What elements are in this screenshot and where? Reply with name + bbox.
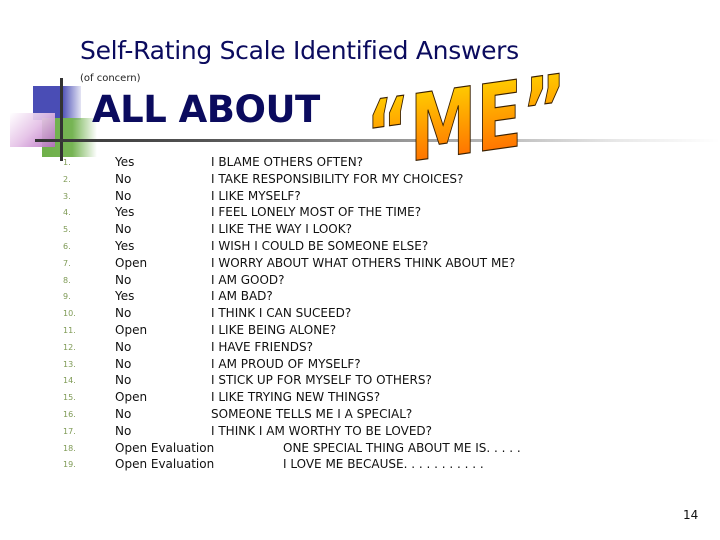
list-item: 17. No I THINK I AM WORTHY TO BE LOVED?: [0, 424, 720, 441]
slide-heading: ALL ABOUT: [92, 88, 320, 131]
list-item: 15. Open I LIKE TRYING NEW THINGS?: [0, 390, 720, 407]
page-number: 14: [683, 508, 699, 522]
item-number: 3.: [63, 191, 71, 201]
item-answer: Open: [115, 390, 148, 405]
list-item: 12. No I HAVE FRIENDS?: [0, 340, 720, 357]
item-answer: Open Evaluation: [115, 440, 215, 455]
item-answer: No: [115, 306, 132, 321]
item-question: I WORRY ABOUT WHAT OTHERS THINK ABOUT ME…: [211, 255, 516, 270]
wordart-me-text: “ME”: [366, 60, 566, 170]
item-answer: Open: [115, 255, 148, 270]
wordart-me: “ME”: [365, 60, 566, 170]
item-question: I STICK UP FOR MYSELF TO OTHERS?: [211, 373, 432, 388]
item-question: I AM PROUD OF MYSELF?: [211, 356, 361, 371]
item-number: 14.: [63, 376, 76, 386]
item-number: 5.: [63, 225, 71, 235]
item-number: 4.: [63, 208, 71, 218]
item-question: I BLAME OTHERS OFTEN?: [211, 155, 364, 169]
list-item: 3. No I LIKE MYSELF?: [0, 189, 720, 206]
item-answer: Yes: [115, 239, 135, 253]
item-number: 1.: [63, 158, 71, 167]
item-answer: No: [115, 423, 132, 438]
list-item: 4. Yes I FEEL LONELY MOST OF THE TIME?: [0, 205, 720, 222]
item-question: I LIKE MYSELF?: [211, 188, 301, 203]
item-number: 12.: [63, 342, 76, 352]
item-number: 13.: [63, 359, 76, 369]
item-question: I FEEL LONELY MOST OF THE TIME?: [211, 205, 422, 220]
item-number: 15.: [63, 393, 76, 403]
item-answer: Yes: [115, 205, 135, 220]
item-answer: No: [115, 272, 132, 287]
item-number: 17.: [63, 426, 76, 436]
item-answer: No: [115, 339, 132, 354]
item-number: 2.: [63, 174, 71, 184]
item-question: SOMEONE TELLS ME I A SPECIAL?: [211, 407, 413, 421]
list-item: 5. No I LIKE THE WAY I LOOK?: [0, 222, 720, 239]
item-question: I LIKE TRYING NEW THINGS?: [211, 390, 381, 405]
item-number: 11.: [63, 326, 76, 335]
list-item: 7. Open I WORRY ABOUT WHAT OTHERS THINK AB…: [0, 256, 720, 273]
item-number: 8.: [63, 275, 71, 285]
slide-subtitle: (of concern): [80, 73, 141, 84]
item-question: I AM GOOD?: [211, 272, 285, 287]
item-question: I LOVE ME BECAUSE. . . . . . . . . . .: [283, 457, 484, 472]
item-number: 16.: [63, 410, 76, 419]
list-item: 8. No I AM GOOD?: [0, 273, 720, 290]
item-answer: No: [115, 222, 132, 237]
item-question: I TAKE RESPONSIBILITY FOR MY CHOICES?: [211, 171, 464, 186]
item-question: I THINK I CAN SUCEED?: [211, 306, 352, 321]
item-answer: No: [115, 188, 132, 203]
item-answer: Yes: [115, 155, 135, 169]
item-number: 19.: [63, 460, 76, 470]
item-number: 10.: [63, 309, 76, 319]
item-question: I THINK I AM WORTHY TO BE LOVED?: [211, 423, 433, 438]
item-question: I WISH I COULD BE SOMEONE ELSE?: [211, 239, 429, 253]
item-answer: No: [115, 171, 132, 186]
item-answer: Open Evaluation: [115, 457, 215, 472]
item-answer: No: [115, 373, 132, 388]
list-item: 13. No I AM PROUD OF MYSELF?: [0, 357, 720, 374]
item-question: I AM BAD?: [211, 289, 273, 304]
list-item: 19. Open Evaluation I LOVE ME BECAUSE. . .…: [0, 457, 720, 474]
list-item: 1. Yes I BLAME OTHERS OFTEN?: [0, 155, 720, 172]
list-item: 14. No I STICK UP FOR MYSELF TO OTHERS?: [0, 373, 720, 390]
list-item: 18. Open Evaluation ONE SPECIAL THING ABOU…: [0, 441, 720, 458]
list-item: 11. Open I LIKE BEING ALONE?: [0, 323, 720, 340]
item-number: 7.: [63, 258, 71, 268]
item-number: 18.: [63, 443, 76, 453]
list-item: 6. Yes I WISH I COULD BE SOMEONE ELSE?: [0, 239, 720, 256]
item-question: I HAVE FRIENDS?: [211, 339, 313, 354]
list-item: 16. No SOMEONE TELLS ME I A SPECIAL?: [0, 407, 720, 424]
decorative-vertical-line: [60, 78, 63, 161]
item-number: 9.: [63, 292, 71, 302]
item-answer: No: [115, 356, 132, 371]
item-answer: Yes: [115, 289, 135, 304]
item-question: I LIKE THE WAY I LOOK?: [211, 222, 352, 237]
list-item: 9. Yes I AM BAD?: [0, 289, 720, 306]
item-answer: Open: [115, 323, 148, 337]
item-question: ONE SPECIAL THING ABOUT ME IS. . . . .: [283, 440, 521, 455]
list-item: 2. No I TAKE RESPONSIBILITY FOR MY CHOICES…: [0, 172, 720, 189]
item-question: I LIKE BEING ALONE?: [211, 323, 337, 337]
item-answer: No: [115, 407, 132, 421]
item-number: 6.: [63, 242, 71, 251]
list-item: 10. No I THINK I CAN SUCEED?: [0, 306, 720, 323]
